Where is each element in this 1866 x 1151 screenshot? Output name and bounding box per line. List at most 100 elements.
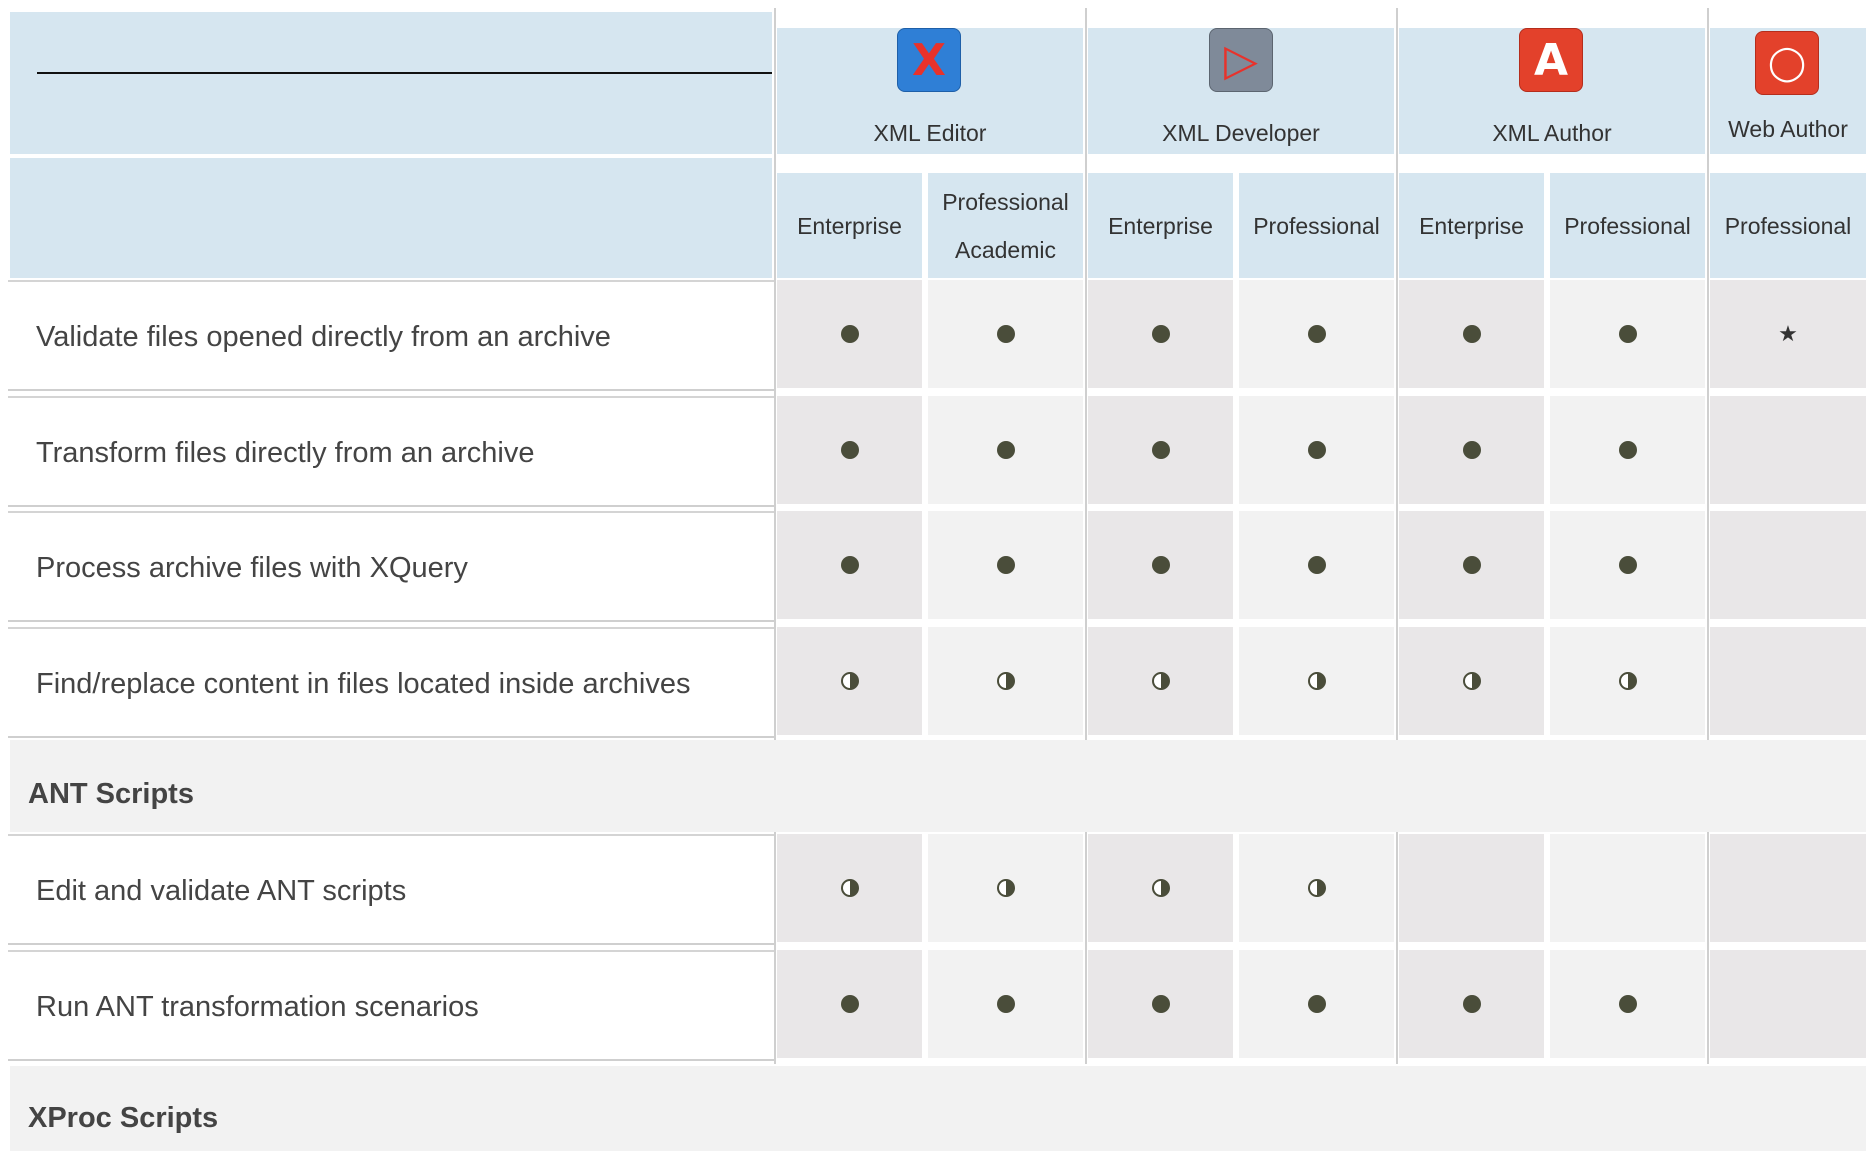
column-divider xyxy=(1707,8,1709,1064)
support-mark xyxy=(1088,396,1233,504)
full-support-dot-icon xyxy=(1462,556,1481,574)
oxygen-xml-author-icon: A xyxy=(1519,28,1583,92)
support-cell xyxy=(928,280,1083,388)
row-divider xyxy=(8,505,774,507)
support-cell xyxy=(777,950,922,1058)
full-support-dot-icon xyxy=(840,556,859,574)
edition-label: Professional xyxy=(1724,212,1852,239)
support-cell: ★ xyxy=(1710,280,1866,388)
support-cell xyxy=(1550,280,1705,388)
support-cell xyxy=(777,396,922,504)
edition-label: Enterprise xyxy=(797,212,902,239)
support-cell xyxy=(1088,280,1233,388)
full-support-dot-icon xyxy=(840,325,859,343)
oxygen-xml-developer-icon: ▷ xyxy=(1209,28,1273,92)
edition-label: Professional Academic xyxy=(942,188,1069,263)
section-title: XProc Scripts xyxy=(28,1102,219,1134)
product-name: Web Author xyxy=(1728,116,1848,142)
support-cell xyxy=(1399,396,1544,504)
support-mark xyxy=(1088,511,1233,619)
full-support-dot-icon xyxy=(1151,441,1170,459)
support-mark xyxy=(1239,396,1394,504)
support-cell xyxy=(928,511,1083,619)
edition-label: Professional xyxy=(1253,212,1380,239)
support-cell xyxy=(928,834,1083,942)
support-cell xyxy=(1399,834,1544,942)
support-mark xyxy=(1550,280,1705,388)
support-cell xyxy=(777,511,922,619)
support-cell xyxy=(1239,511,1394,619)
support-cell xyxy=(928,396,1083,504)
support-cell xyxy=(1088,396,1233,504)
feature-label: Transform files directly from an archive xyxy=(36,437,535,469)
feature-label: Validate files opened directly from an a… xyxy=(36,321,611,353)
feature-label: Process archive files with XQuery xyxy=(36,552,468,584)
support-mark xyxy=(777,280,922,388)
product-name: XML Author xyxy=(1492,120,1612,146)
row-divider xyxy=(8,736,774,738)
support-mark xyxy=(1399,627,1544,735)
oxygen-xml-editor-icon: X xyxy=(897,28,961,92)
feature-row: Find/replace content in files located in… xyxy=(8,627,774,739)
support-cell xyxy=(1550,834,1705,942)
support-cell xyxy=(1399,511,1544,619)
support-mark xyxy=(1239,511,1394,619)
support-mark xyxy=(1399,950,1544,1058)
support-cell xyxy=(1710,950,1866,1058)
product-header-web-author: ◯ Web Author xyxy=(1710,28,1866,154)
partial-support-half-dot-icon xyxy=(996,672,1015,690)
edition-label: Professional xyxy=(1564,212,1691,239)
support-cell xyxy=(1399,627,1544,735)
edition-cell: Enterprise xyxy=(1088,173,1233,278)
full-support-dot-icon xyxy=(996,325,1015,343)
support-mark xyxy=(928,834,1083,942)
full-support-dot-icon xyxy=(1462,995,1481,1013)
product-header-xml-editor: X XML Editor xyxy=(777,28,1083,154)
support-cell xyxy=(1399,280,1544,388)
support-cell xyxy=(1710,511,1866,619)
support-cell xyxy=(1710,834,1866,942)
header-underline xyxy=(37,72,772,74)
full-support-dot-icon xyxy=(996,995,1015,1013)
support-cell xyxy=(1088,950,1233,1058)
section-title: ANT Scripts xyxy=(28,778,194,810)
full-support-dot-icon xyxy=(996,441,1015,459)
feature-label: Find/replace content in files located in… xyxy=(36,668,691,700)
edition-label: Enterprise xyxy=(1419,212,1524,239)
support-cell xyxy=(1550,950,1705,1058)
support-cell xyxy=(1399,950,1544,1058)
full-support-dot-icon xyxy=(1307,325,1326,343)
partial-support-half-dot-icon xyxy=(840,879,859,897)
support-mark xyxy=(1088,950,1233,1058)
support-mark xyxy=(1088,280,1233,388)
support-mark xyxy=(1550,950,1705,1058)
support-mark xyxy=(777,627,922,735)
row-divider xyxy=(8,1059,774,1061)
support-cell xyxy=(1088,511,1233,619)
row-divider xyxy=(8,943,774,945)
edition-cell: Professional xyxy=(1710,173,1866,278)
partial-support-half-dot-icon xyxy=(1307,879,1326,897)
full-support-dot-icon xyxy=(1618,995,1637,1013)
partial-support-half-dot-icon xyxy=(840,672,859,690)
support-mark xyxy=(1550,627,1705,735)
edition-cell: Enterprise xyxy=(777,173,922,278)
feature-label: Edit and validate ANT scripts xyxy=(36,875,407,907)
support-mark xyxy=(1550,511,1705,619)
full-support-dot-icon xyxy=(1462,441,1481,459)
support-cell xyxy=(1239,834,1394,942)
edition-cell: Professional xyxy=(1239,173,1394,278)
full-support-dot-icon xyxy=(1307,995,1326,1013)
support-cell xyxy=(1088,834,1233,942)
support-cell xyxy=(777,834,922,942)
support-mark xyxy=(1239,950,1394,1058)
edition-cell: Professional xyxy=(1550,173,1705,278)
edition-cell: Professional Academic xyxy=(928,173,1083,278)
support-cell xyxy=(777,627,922,735)
support-mark xyxy=(777,396,922,504)
support-mark xyxy=(777,511,922,619)
feature-row: Transform files directly from an archive xyxy=(8,396,774,508)
support-mark xyxy=(1239,627,1394,735)
full-support-dot-icon xyxy=(1307,441,1326,459)
support-mark xyxy=(1399,511,1544,619)
